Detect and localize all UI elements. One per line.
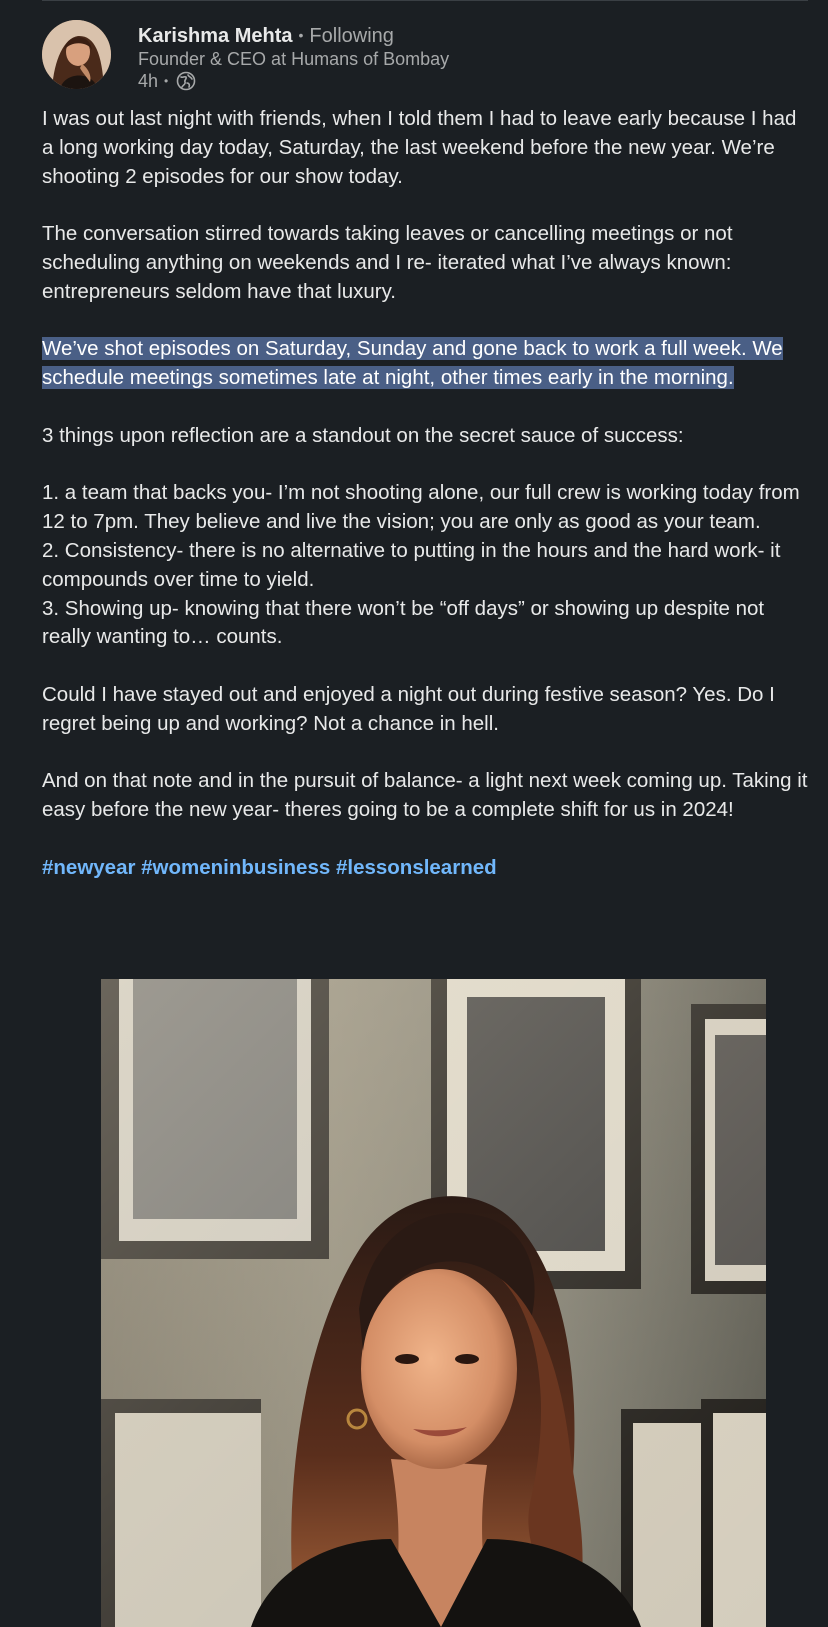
post-meta: 4h • (138, 70, 196, 92)
post-paragraph: And on that note and in the pursuit of b… (42, 769, 808, 822)
separator-dot: • (164, 74, 169, 88)
list-item: 3. Showing up- knowing that there won’t … (42, 596, 765, 649)
post-paragraph: 3 things upon reflection are a standout … (42, 423, 684, 447)
author-avatar[interactable] (42, 20, 111, 89)
globe-icon (176, 71, 196, 91)
hashtag-link[interactable]: #newyear (42, 856, 135, 879)
post-body: I was out last night with friends, when … (42, 105, 812, 883)
list-item: 2. Consistency- there is no alternative … (42, 538, 781, 591)
post-image[interactable] (101, 979, 766, 1627)
hashtag-list: #newyear #womeninbusiness #lessonslearne… (42, 854, 812, 883)
author-line: Karishma Mehta • Following (138, 22, 394, 49)
separator-dot: • (298, 27, 304, 43)
post-paragraph: The conversation stirred towards taking … (42, 222, 733, 303)
feed-post: Karishma Mehta • Following Founder & CEO a… (16, 0, 818, 1627)
selected-text: We’ve shot episodes on Saturday, Sunday … (42, 337, 783, 390)
follow-status[interactable]: Following (309, 25, 393, 47)
post-time: 4h (138, 71, 159, 91)
list-item: 1. a team that backs you- I’m not shooti… (42, 481, 800, 534)
hashtag-link[interactable]: #lessonslearned (336, 856, 497, 879)
author-name[interactable]: Karishma Mehta (138, 25, 293, 47)
post-paragraph: Could I have stayed out and enjoyed a ni… (42, 682, 775, 735)
author-headline: Founder & CEO at Humans of Bombay (138, 49, 450, 69)
post-paragraph: I was out last night with friends, when … (42, 107, 797, 188)
post-paragraph-selected: We’ve shot episodes on Saturday, Sunday … (42, 335, 812, 393)
divider (42, 0, 808, 1)
hashtag-link[interactable]: #womeninbusiness (141, 856, 330, 879)
